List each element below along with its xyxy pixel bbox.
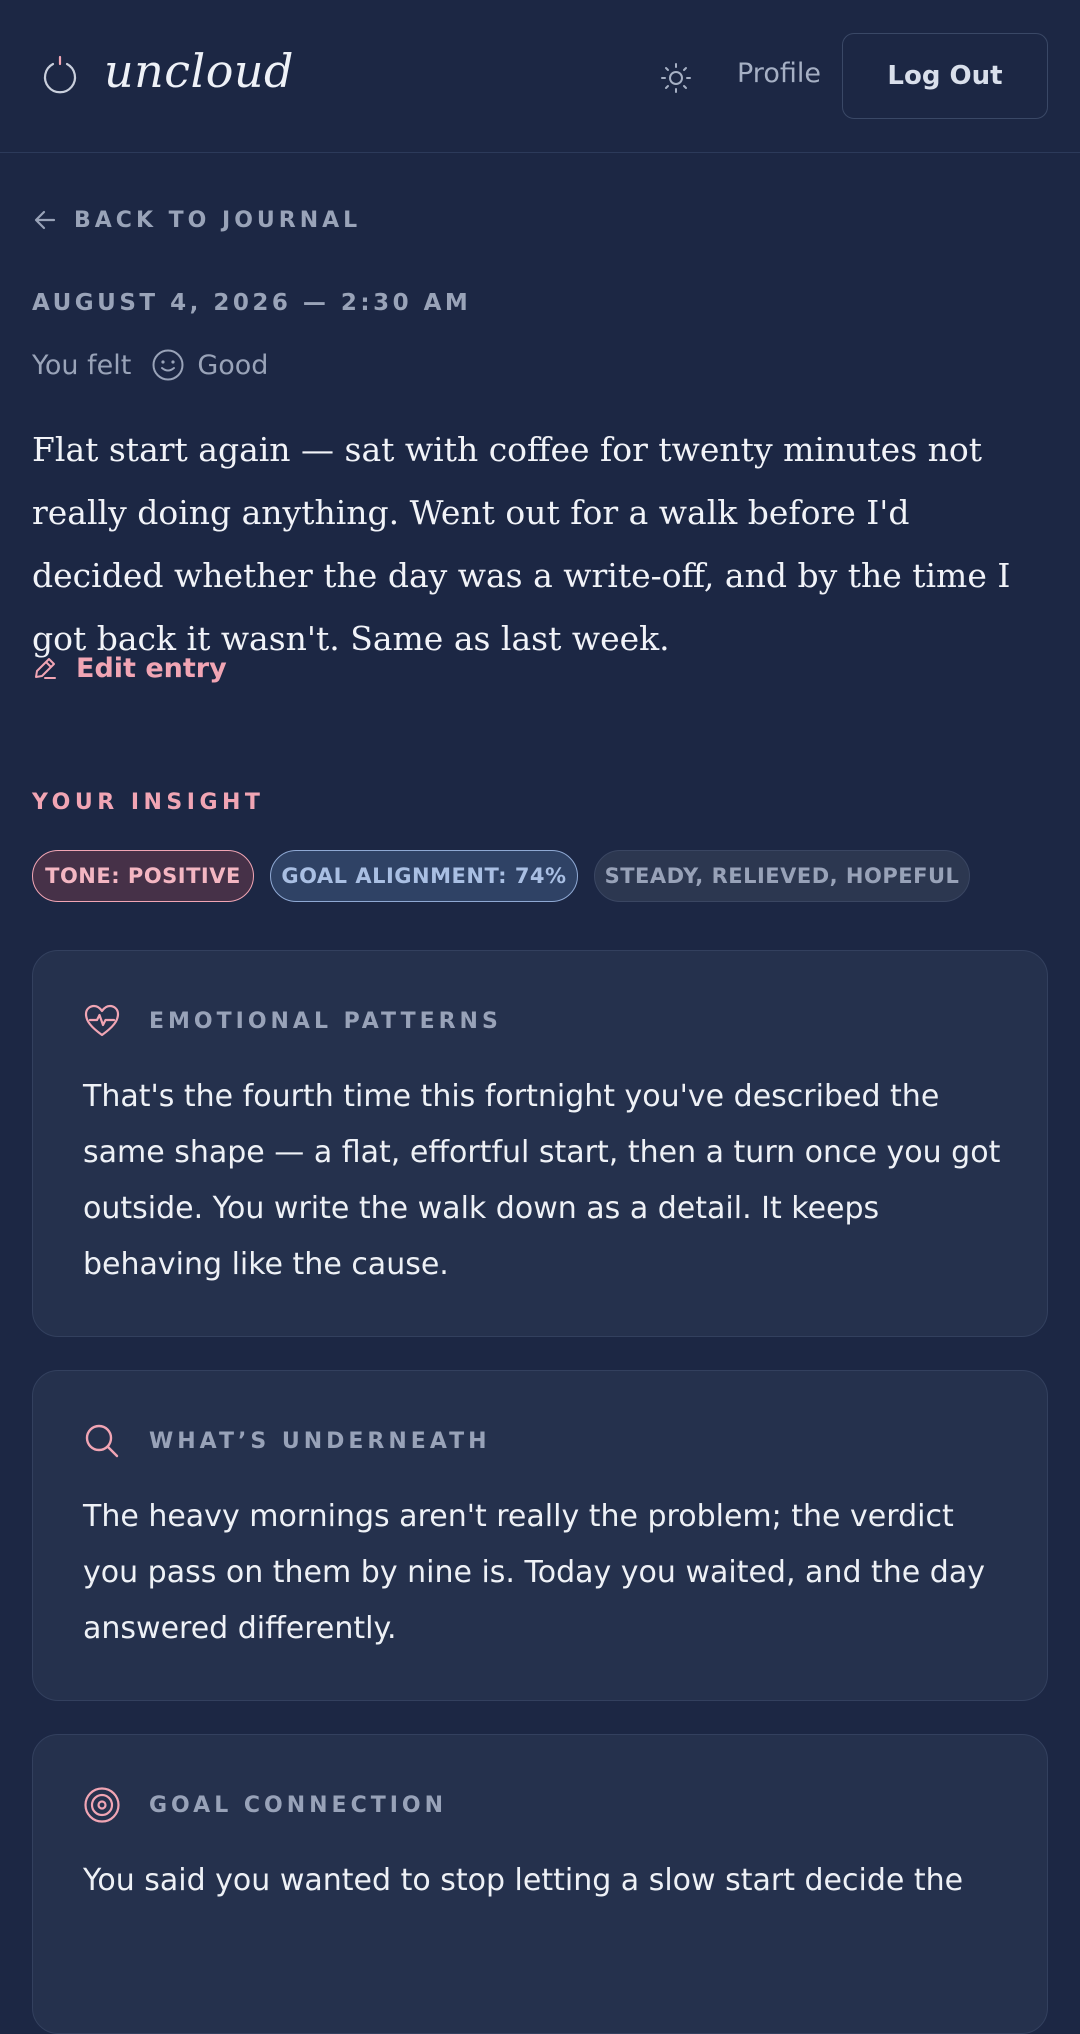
- mood-line: You felt Good: [32, 346, 268, 384]
- app-logo-text[interactable]: uncloud: [104, 44, 294, 98]
- profile-link[interactable]: Profile: [737, 58, 821, 89]
- mood-value: Good: [197, 349, 269, 381]
- target-icon: [84, 1787, 120, 1823]
- back-to-journal-link[interactable]: BACK TO JOURNAL: [32, 205, 361, 235]
- entry-date: AUGUST 4, 2026 — 2:30 AM: [32, 290, 472, 316]
- tone-badge: TONE: POSITIVE: [32, 850, 254, 902]
- insight-heading: YOUR INSIGHT: [32, 790, 265, 815]
- card-title: EMOTIONAL PATTERNS: [149, 1008, 502, 1034]
- whats-underneath-card: WHAT’S UNDERNEATH The heavy mornings are…: [32, 1370, 1048, 1701]
- search-icon: [85, 1424, 119, 1458]
- entry-text: Flat start again — sat with coffee for t…: [32, 430, 1011, 658]
- emotional-patterns-card: EMOTIONAL PATTERNS That's the fourth tim…: [32, 950, 1048, 1337]
- edit-entry-button[interactable]: Edit entry: [32, 650, 227, 686]
- app-header: uncloud Profile Log Out: [0, 0, 1080, 153]
- arrow-left-icon: [34, 210, 56, 230]
- logo-icon[interactable]: [40, 55, 80, 95]
- card-title: WHAT’S UNDERNEATH: [149, 1428, 491, 1454]
- card-body: That's the fourth time this fortnight yo…: [83, 1079, 1001, 1282]
- pencil-icon: [35, 658, 56, 679]
- logout-button[interactable]: Log Out: [842, 33, 1048, 119]
- card-header: WHAT’S UNDERNEATH: [83, 1423, 491, 1459]
- goal-alignment-badge: GOAL ALIGNMENT: 74%: [270, 850, 578, 902]
- card-title: GOAL CONNECTION: [149, 1792, 448, 1818]
- mood-prefix: You felt: [32, 349, 132, 381]
- goal-connection-card: GOAL CONNECTION You said you wanted to s…: [32, 1734, 1048, 2034]
- card-header: GOAL CONNECTION: [83, 1787, 447, 1823]
- heart-pulse-icon: [84, 1004, 120, 1037]
- back-link-label: BACK TO JOURNAL: [74, 207, 362, 233]
- card-body: You said you wanted to stop letting a sl…: [83, 1863, 964, 1898]
- smile-face-icon: [152, 349, 184, 381]
- emotions-badge: STEADY, RELIEVED, HOPEFUL: [594, 850, 970, 902]
- theme-toggle-sun-icon[interactable]: [660, 62, 692, 94]
- card-header: EMOTIONAL PATTERNS: [83, 1003, 502, 1039]
- edit-entry-label: Edit entry: [76, 652, 227, 684]
- card-body: The heavy mornings aren't really the pro…: [83, 1499, 985, 1646]
